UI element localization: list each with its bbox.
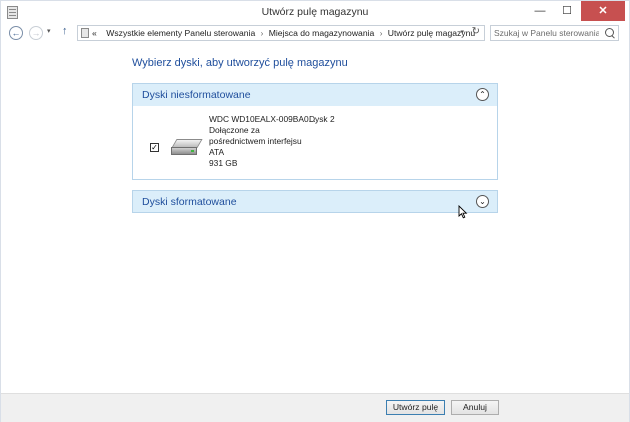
- breadcrumb: « › Wszystkie elementy Panelu sterowania…: [92, 28, 475, 38]
- disk-bus: ATA: [209, 147, 225, 157]
- forward-button[interactable]: →: [29, 26, 43, 40]
- address-overflow-icon[interactable]: «: [92, 28, 97, 38]
- title-bar: Utwórz pulę magazynu — ☐ ✕: [1, 1, 629, 23]
- chevron-right-icon[interactable]: ›: [261, 29, 264, 38]
- search-box[interactable]: [490, 25, 619, 41]
- section-header[interactable]: Dyski sformatowane ⌄: [133, 191, 497, 212]
- section-header[interactable]: Dyski niesformatowane ⌃: [133, 84, 497, 106]
- page-title: Wybierz dyski, aby utworzyć pulę magazyn…: [132, 57, 348, 69]
- up-arrow-icon[interactable]: ↑: [62, 25, 68, 37]
- create-pool-button[interactable]: Utwórz pulę: [386, 400, 445, 415]
- recent-locations-dropdown-icon[interactable]: ▾: [47, 27, 51, 35]
- breadcrumb-item[interactable]: Miejsca do magazynowania: [269, 28, 375, 38]
- chevron-up-icon[interactable]: ⌃: [476, 88, 489, 101]
- disk-size: 931 GB: [209, 158, 238, 168]
- footer-bar: Utwórz pulę Anuluj: [1, 393, 629, 422]
- disk-connection: pośrednictwem interfejsu: [209, 136, 302, 146]
- search-input[interactable]: [494, 27, 599, 39]
- control-panel-small-icon: [81, 28, 89, 38]
- disk-checkbox[interactable]: ✓: [150, 143, 159, 152]
- disk-connection: Dołączone za: [209, 125, 260, 135]
- formatted-drives-section: Dyski sformatowane ⌄: [132, 190, 498, 213]
- breadcrumb-item[interactable]: Wszystkie elementy Panelu sterowania: [106, 28, 255, 38]
- back-button[interactable]: ←: [9, 26, 23, 40]
- disk-info: WDC WD10EALX-009BA0... Dołączone za pośr…: [209, 114, 316, 169]
- list-item[interactable]: ✓ WDC WD10EALX-009BA0... Dołączone za po…: [133, 106, 497, 179]
- section-title: Dyski niesformatowane: [142, 89, 251, 101]
- section-title: Dyski sformatowane: [142, 196, 237, 208]
- refresh-icon[interactable]: ↻: [472, 26, 480, 37]
- address-bar[interactable]: « › Wszystkie elementy Panelu sterowania…: [77, 25, 485, 41]
- hard-drive-icon: [171, 139, 203, 157]
- maximize-button[interactable]: ☐: [554, 1, 580, 21]
- mouse-cursor-icon: [458, 205, 468, 219]
- disk-name: WDC WD10EALX-009BA0...: [209, 114, 316, 124]
- minimize-button[interactable]: —: [527, 1, 553, 21]
- unformatted-drives-section: Dyski niesformatowane ⌃ ✓ WDC WD10EALX-0…: [132, 83, 498, 180]
- chevron-down-icon[interactable]: ⌄: [476, 195, 489, 208]
- close-button[interactable]: ✕: [581, 1, 625, 21]
- create-storage-pool-window: Utwórz pulę magazynu — ☐ ✕ ← → ▾ ↑ « › W…: [0, 0, 630, 422]
- search-icon[interactable]: [605, 28, 614, 37]
- disk-label: Dysk 2: [309, 114, 335, 124]
- navigation-bar: ← → ▾ ↑ « › Wszystkie elementy Panelu st…: [1, 23, 629, 43]
- cancel-button[interactable]: Anuluj: [451, 400, 499, 415]
- chevron-right-icon[interactable]: ›: [380, 29, 383, 38]
- address-dropdown-icon[interactable]: ▾: [460, 28, 464, 36]
